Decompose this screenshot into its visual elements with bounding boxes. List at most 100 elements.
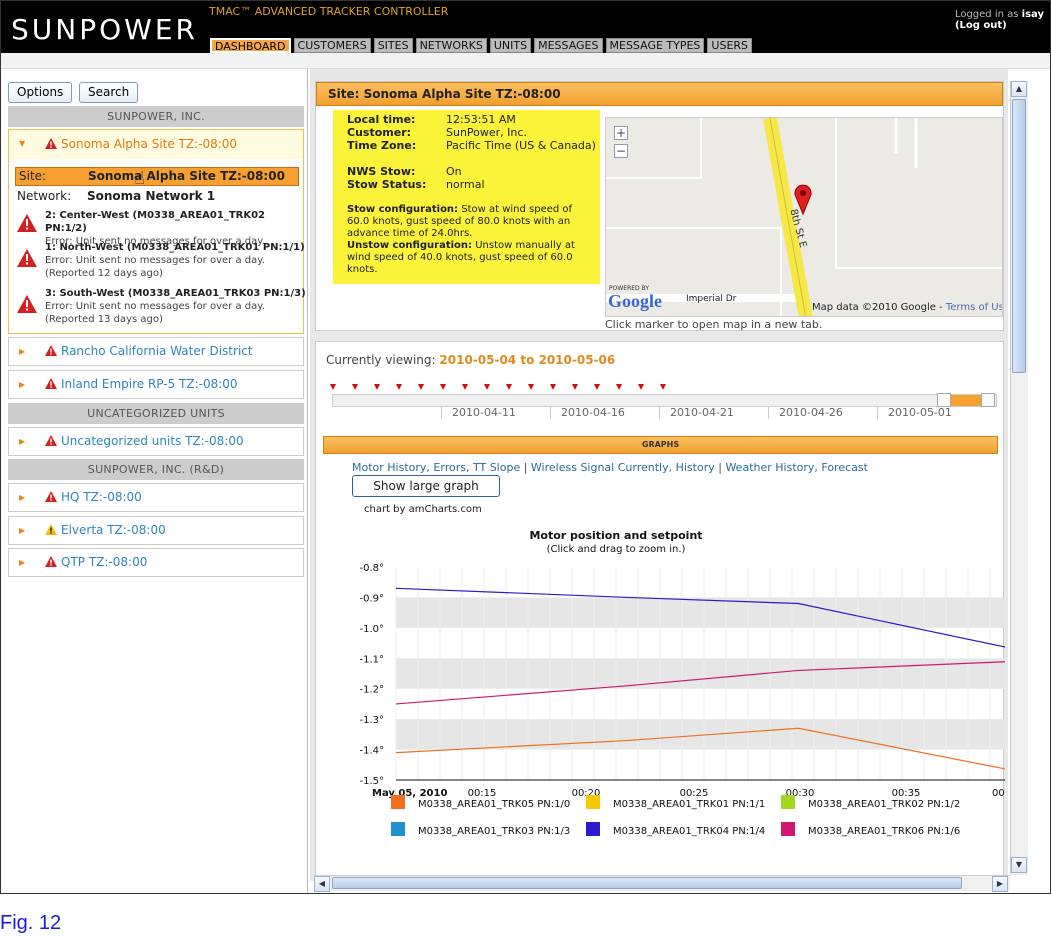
site-row-label: QTP TZ:-08:00	[61, 555, 148, 569]
tab-sites[interactable]: SITES	[373, 38, 413, 53]
message-marker-icon	[572, 384, 578, 390]
timeline-handle-left[interactable]	[937, 393, 951, 407]
terms-of-use-link[interactable]: Terms of Use	[946, 302, 1002, 313]
tab-users[interactable]: USERS	[707, 38, 753, 53]
vertical-scroll-thumb[interactable]	[1012, 99, 1026, 373]
legend-label[interactable]: M0338_AREA01_TRK04 PN:1/4	[613, 826, 765, 837]
legend-label[interactable]: M0338_AREA01_TRK05 PN:1/0	[418, 799, 570, 810]
network-row[interactable]: Network: Sonoma Network 1	[17, 189, 215, 203]
message-marker-icon	[374, 384, 380, 390]
y-tick-label: -1.2°	[359, 685, 384, 696]
legend-swatch[interactable]	[391, 822, 405, 836]
scroll-left-arrow-icon[interactable]: ◀	[314, 876, 330, 892]
legend-swatch[interactable]	[586, 822, 600, 836]
weather-link[interactable]: Weather History, Forecast	[725, 461, 867, 474]
scroll-down-arrow-icon[interactable]: ▼	[1011, 857, 1027, 873]
warning-icon	[45, 556, 57, 567]
graph-links: Motor History, Errors, TT Slope | Wirele…	[352, 461, 868, 474]
legend-swatch[interactable]	[391, 795, 405, 809]
local-time-value: 12:53:51 AM	[446, 113, 516, 126]
warning-icon	[45, 435, 57, 446]
map-marker-icon[interactable]	[794, 184, 816, 216]
y-tick-label: -1.0°	[359, 624, 384, 635]
wireless-signal-link[interactable]: Wireless Signal Currently, History	[531, 461, 715, 474]
motor-history-link[interactable]: Motor History, Errors, TT Slope	[352, 461, 520, 474]
group-header-sunpower: SUNPOWER, INC.	[8, 106, 304, 127]
search-button[interactable]: Search	[79, 82, 139, 103]
legend-label[interactable]: M0338_AREA01_TRK03 PN:1/3	[418, 826, 570, 837]
x-tick-label: 00:35	[892, 788, 921, 799]
map-note: Click marker to open map in a new tab.	[605, 318, 823, 331]
warning-icon	[45, 378, 57, 389]
options-button[interactable]: Options	[8, 82, 73, 103]
chevron-right-icon: ▶	[19, 558, 26, 567]
site-row-qtp[interactable]: ▶ QTP TZ:-08:00	[8, 548, 304, 577]
expanded-site-label: Sonoma Alpha Site TZ:-08:00	[61, 137, 238, 151]
legend-label[interactable]: M0338_AREA01_TRK02 PN:1/2	[808, 799, 960, 810]
scroll-up-arrow-icon[interactable]: ▲	[1011, 81, 1027, 97]
stow-status-value: normal	[446, 178, 485, 191]
legend-swatch[interactable]	[781, 795, 795, 809]
y-tick-label: -0.9°	[359, 593, 384, 604]
nws-stow-label: NWS Stow:	[347, 165, 416, 178]
site-info-panel: Site: Sonoma Alpha Site TZ:-08:00 Local …	[315, 81, 1004, 331]
currently-viewing: Currently viewing: 2010-05-04 to 2010-05…	[326, 353, 615, 367]
alert-text: Error: Unit sent no messages for over a …	[45, 255, 265, 266]
alert-title: 3: South-West (M0338_AREA01_TRK03 PN:1/3…	[45, 288, 306, 299]
horizontal-scroll-thumb[interactable]	[332, 877, 962, 889]
tab-messages[interactable]: MESSAGES	[534, 38, 603, 53]
site-row-elverta[interactable]: ▶ Elverta TZ:-08:00	[8, 516, 304, 545]
chevron-right-icon: ▶	[19, 493, 26, 502]
customer-value: SunPower, Inc.	[446, 126, 527, 139]
logout-link[interactable]: (Log out)	[955, 20, 1007, 31]
expanded-site-header[interactable]: ▼ Sonoma Alpha Site TZ:-08:00	[9, 130, 303, 159]
network-value: Sonoma Network 1	[87, 189, 216, 203]
tab-units[interactable]: UNITS	[489, 38, 532, 53]
message-marker-icon	[506, 384, 512, 390]
horizontal-scrollbar[interactable]: ◀ ▶	[314, 875, 1010, 892]
x-tick-label: 00:15	[468, 788, 497, 799]
stow-status-label: Stow Status:	[347, 178, 427, 191]
legend-label[interactable]: M0338_AREA01_TRK01 PN:1/1	[613, 799, 765, 810]
y-tick-label: -1.1°	[359, 654, 384, 665]
alert-note: (Reported 13 days ago)	[45, 314, 163, 325]
app-title: TMAC™ ADVANCED TRACKER CONTROLLER	[209, 5, 449, 18]
sidebar: Options Search SUNPOWER, INC. ▼ Sonoma A…	[1, 69, 308, 893]
site-map[interactable]: + − 8th St E POWERED BY Google Imperial …	[605, 117, 1003, 317]
site-row-uncategorized[interactable]: ▶ Uncategorized units TZ:-08:00	[8, 427, 304, 456]
show-large-graph-button[interactable]: Show large graph	[352, 475, 500, 497]
tab-message-types[interactable]: MESSAGE TYPES	[605, 38, 705, 53]
motor-position-chart[interactable]: chart by amCharts.com Motor position and …	[316, 497, 1005, 857]
chevron-right-icon: ▶	[19, 437, 26, 446]
site-row-rancho[interactable]: ▶ Rancho California Water District TZ:-0…	[8, 337, 304, 385]
map-roads	[606, 118, 1002, 316]
message-marker-icon	[330, 384, 336, 390]
message-marker-icon	[462, 384, 468, 390]
zoom-in-button[interactable]: +	[614, 126, 628, 140]
scroll-right-arrow-icon[interactable]: ▶	[992, 876, 1008, 892]
tab-customers[interactable]: CUSTOMERS	[293, 38, 371, 53]
nws-stow-value: On	[446, 165, 462, 178]
amcharts-credit[interactable]: chart by amCharts.com	[364, 504, 482, 515]
legend-swatch[interactable]	[586, 795, 600, 809]
message-marker-icon	[440, 384, 446, 390]
warning-icon	[45, 491, 57, 502]
alert-title: 2: Center-West (M0338_AREA01_TRK02 PN:1/…	[45, 210, 266, 234]
group-header-rnd: SUNPOWER, INC. (R&D)	[8, 459, 304, 480]
hand-cursor-icon: ☝	[134, 168, 145, 189]
top-bar: SUNPOWER TMAC™ ADVANCED TRACKER CONTROLL…	[1, 1, 1050, 53]
site-row-inland[interactable]: ▶ Inland Empire RP-5 TZ:-08:00	[8, 370, 304, 399]
vertical-scrollbar[interactable]: ▲ ▼	[1010, 81, 1028, 875]
graph-panel: Currently viewing: 2010-05-04 to 2010-05…	[315, 341, 1005, 881]
site-row-hq[interactable]: ▶ HQ TZ:-08:00	[8, 483, 304, 512]
legend-swatch[interactable]	[781, 822, 795, 836]
legend-label[interactable]: M0338_AREA01_TRK06 PN:1/6	[808, 826, 960, 837]
tab-networks[interactable]: NETWORKS	[415, 38, 487, 53]
site-selected-row[interactable]: Site: Sonoma Alpha Site TZ:-08:00 ☝	[15, 167, 299, 189]
tab-dashboard[interactable]: DASHBOARD	[210, 38, 291, 53]
network-label: Network:	[17, 189, 72, 203]
zoom-out-button[interactable]: −	[614, 144, 628, 158]
timeline-handle-right[interactable]	[981, 393, 995, 407]
y-tick-label: -1.5°	[359, 776, 384, 787]
warning-icon	[45, 345, 57, 356]
